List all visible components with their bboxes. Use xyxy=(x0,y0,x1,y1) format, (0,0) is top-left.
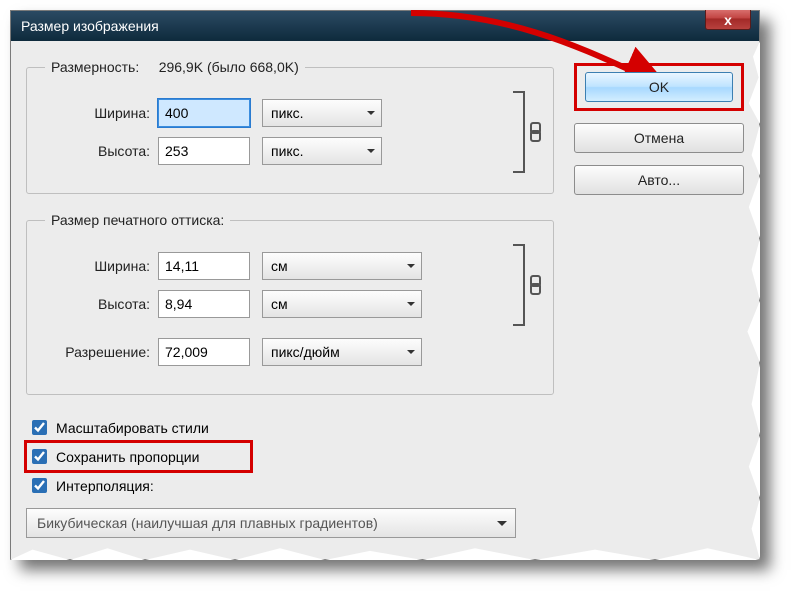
resolution-unit-select[interactable]: пикс/дюйм xyxy=(262,338,422,366)
resample-checkbox[interactable] xyxy=(32,478,47,493)
chevron-down-icon xyxy=(497,521,507,531)
chevron-down-icon xyxy=(407,302,415,310)
constrain-proportions-option[interactable]: Сохранить пропорции xyxy=(26,442,251,471)
width-label: Ширина: xyxy=(45,105,150,121)
resolution-label: Разрешение: xyxy=(45,344,150,360)
doc-width-unit-select[interactable]: см xyxy=(262,252,422,280)
resample-method-select[interactable]: Бикубическая (наилучшая для плавных град… xyxy=(26,508,516,538)
width-unit-select[interactable]: пикс. xyxy=(262,99,382,127)
document-size-group: Размер печатного оттиска: Ширина: см xyxy=(26,212,554,395)
doc-constrain-link-icon xyxy=(509,242,535,328)
doc-height-label: Высота: xyxy=(45,296,150,312)
constrain-proportions-checkbox[interactable] xyxy=(32,449,47,464)
pixel-dimensions-legend: Размерность: 296,9K (было 668,0K) xyxy=(45,59,305,75)
chevron-down-icon xyxy=(407,264,415,272)
cancel-button[interactable]: Отмена xyxy=(574,123,744,153)
pixel-dimensions-group: Размерность: 296,9K (было 668,0K) Ширина… xyxy=(26,59,554,194)
chevron-down-icon xyxy=(367,111,375,119)
auto-button[interactable]: Авто... xyxy=(574,165,744,195)
height-unit-select[interactable]: пикс. xyxy=(262,137,382,165)
doc-width-label: Ширина: xyxy=(45,258,150,274)
ok-button-highlight: OK xyxy=(574,63,744,111)
doc-width-input[interactable] xyxy=(158,252,250,280)
chain-icon xyxy=(527,276,541,294)
doc-height-input[interactable] xyxy=(158,290,250,318)
doc-height-unit-select[interactable]: см xyxy=(262,290,422,318)
resample-option[interactable]: Интерполяция: xyxy=(26,471,554,500)
document-size-legend: Размер печатного оттиска: xyxy=(45,212,230,228)
height-label: Высота: xyxy=(45,143,150,159)
scale-styles-checkbox[interactable] xyxy=(32,420,47,435)
close-icon: x xyxy=(724,12,732,28)
chevron-down-icon xyxy=(367,149,375,157)
height-input[interactable] xyxy=(158,137,250,165)
constrain-link-icon xyxy=(509,89,535,175)
window-title: Размер изображения xyxy=(21,18,159,34)
chevron-down-icon xyxy=(407,350,415,358)
chain-icon xyxy=(527,123,541,141)
titlebar[interactable]: Размер изображения x xyxy=(11,11,759,41)
ok-button[interactable]: OK xyxy=(585,72,733,102)
resolution-input[interactable] xyxy=(158,338,250,366)
image-size-dialog: Размер изображения x Размерность: xyxy=(10,10,760,560)
close-button[interactable]: x xyxy=(705,10,751,30)
width-input[interactable] xyxy=(158,99,250,127)
scale-styles-option[interactable]: Масштабировать стили xyxy=(26,413,554,442)
